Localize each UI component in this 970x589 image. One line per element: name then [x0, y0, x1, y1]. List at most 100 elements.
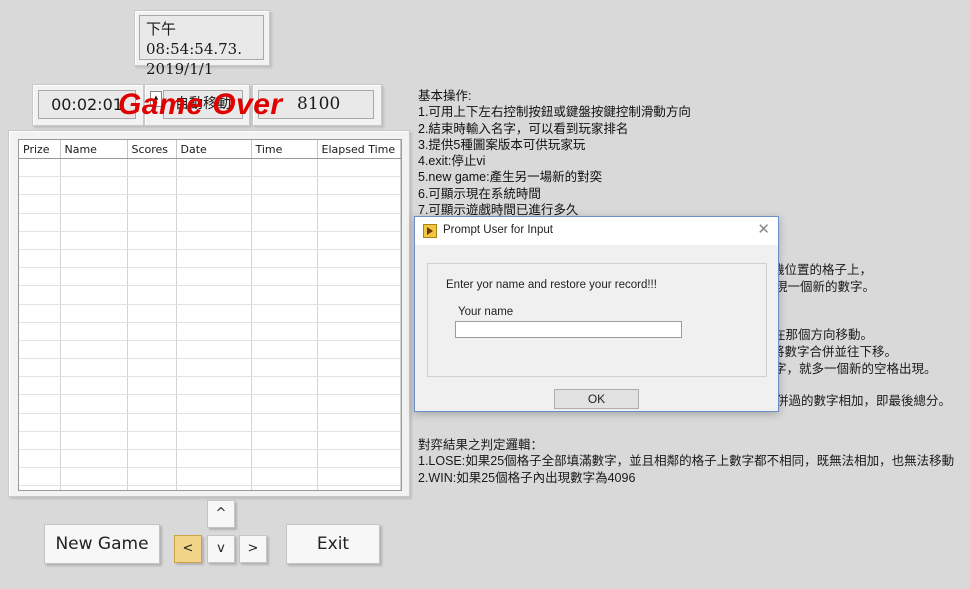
dialog-titlebar[interactable]: Prompt User for Input ✕ — [415, 217, 778, 245]
table-cell — [127, 413, 177, 432]
table-cell — [19, 213, 61, 232]
name-input[interactable] — [455, 321, 682, 338]
table-cell — [127, 449, 177, 469]
table-cell — [251, 467, 318, 487]
table-row — [19, 449, 401, 469]
column-header-date[interactable]: Date — [176, 140, 252, 159]
table-row — [19, 467, 401, 487]
table-cell — [176, 158, 252, 178]
dialog-content: Enter yor name and restore your record!!… — [427, 263, 767, 377]
table-cell — [127, 267, 177, 287]
table-cell — [176, 194, 252, 214]
column-header-elapsed-time[interactable]: Elapsed Time — [317, 140, 401, 159]
labview-app-icon — [423, 224, 437, 238]
table-cell — [127, 213, 177, 232]
table-row — [19, 322, 401, 341]
table-cell — [317, 213, 401, 232]
table-cell — [19, 231, 61, 250]
table-row — [19, 485, 401, 490]
table-cell — [176, 340, 252, 360]
table-cell — [176, 431, 252, 451]
instruction-partial: 現一個新的數字。 — [775, 280, 876, 294]
clock-date: 2019/1/1 — [146, 60, 214, 78]
table-cell — [127, 176, 177, 196]
table-cell — [60, 158, 128, 178]
table-cell — [19, 176, 61, 196]
table-cell — [317, 249, 401, 269]
table-cell — [176, 249, 252, 269]
instruction-partial: 併過的數字相加，即最後總分。 — [776, 394, 952, 408]
table-cell — [251, 413, 318, 432]
table-cell — [317, 413, 401, 432]
table-cell — [19, 304, 61, 323]
table-cell — [317, 285, 401, 305]
table-cell — [19, 485, 61, 490]
new-game-button[interactable]: New Game — [44, 524, 160, 564]
table-cell — [19, 267, 61, 287]
table-row — [19, 304, 401, 323]
table-cell — [127, 304, 177, 323]
table-cell — [176, 449, 252, 469]
table-cell — [60, 194, 128, 214]
table-cell — [251, 285, 318, 305]
column-header-prize[interactable]: Prize — [19, 140, 61, 159]
close-icon[interactable]: ✕ — [757, 220, 770, 238]
table-cell — [60, 322, 128, 341]
table-cell — [251, 267, 318, 287]
table-cell — [60, 449, 128, 469]
table-cell — [60, 285, 128, 305]
move-right-button[interactable]: > — [239, 535, 267, 563]
table-cell — [317, 158, 401, 178]
ok-button[interactable]: OK — [554, 389, 639, 409]
table-cell — [60, 176, 128, 196]
exit-button[interactable]: Exit — [286, 524, 380, 564]
table-cell — [60, 376, 128, 396]
table-cell — [317, 394, 401, 414]
instruction-line: 2.結束時輸入名字，可以看到玩家排名 — [418, 121, 629, 136]
column-header-name[interactable]: Name — [60, 140, 128, 159]
dialog-message: Enter yor name and restore your record!!… — [446, 279, 657, 291]
table-row — [19, 358, 401, 378]
table-cell — [60, 431, 128, 451]
move-down-button[interactable]: v — [207, 535, 235, 563]
table-cell — [176, 285, 252, 305]
table-cell — [317, 340, 401, 360]
table-cell — [127, 158, 177, 178]
table-cell — [19, 285, 61, 305]
table-cell — [251, 249, 318, 269]
table-row — [19, 176, 401, 196]
table-cell — [127, 467, 177, 487]
table-cell — [176, 376, 252, 396]
table-row — [19, 394, 401, 414]
move-left-button[interactable]: < — [174, 535, 202, 563]
column-header-time[interactable]: Time — [251, 140, 318, 159]
instruction-line: 4.exit:停止vi — [418, 154, 486, 169]
table-cell — [176, 213, 252, 232]
table-cell — [19, 340, 61, 360]
table-cell — [19, 158, 61, 178]
move-up-button[interactable]: ^ — [207, 500, 235, 528]
table-cell — [60, 467, 128, 487]
table-cell — [176, 394, 252, 414]
table-cell — [251, 449, 318, 469]
table-cell — [19, 431, 61, 451]
table-cell — [251, 176, 318, 196]
prompt-dialog: Prompt User for Input ✕ Enter yor name a… — [414, 216, 779, 412]
table-cell — [317, 194, 401, 214]
table-cell — [176, 322, 252, 341]
table-cell — [251, 431, 318, 451]
table-cell — [251, 304, 318, 323]
instruction-line: 基本操作: — [418, 89, 472, 103]
table-cell — [60, 213, 128, 232]
table-cell — [60, 267, 128, 287]
game-over-banner: Game Over — [118, 88, 283, 121]
result-rules-text: 對弈結果之判定邏輯： 1.LOSE:如果25個格子全部填滿數字，並且相鄰的格子上… — [418, 437, 954, 486]
rule-line: 2.WIN:如果25個格子內出現數字為4096 — [418, 470, 636, 485]
table-cell — [127, 322, 177, 341]
leaderboard-header-row: Prize Name Scores Date Time Elapsed Time — [19, 140, 401, 159]
column-header-scores[interactable]: Scores — [127, 140, 177, 159]
table-cell — [317, 431, 401, 451]
table-cell — [251, 213, 318, 232]
table-cell — [127, 358, 177, 378]
table-cell — [60, 358, 128, 378]
